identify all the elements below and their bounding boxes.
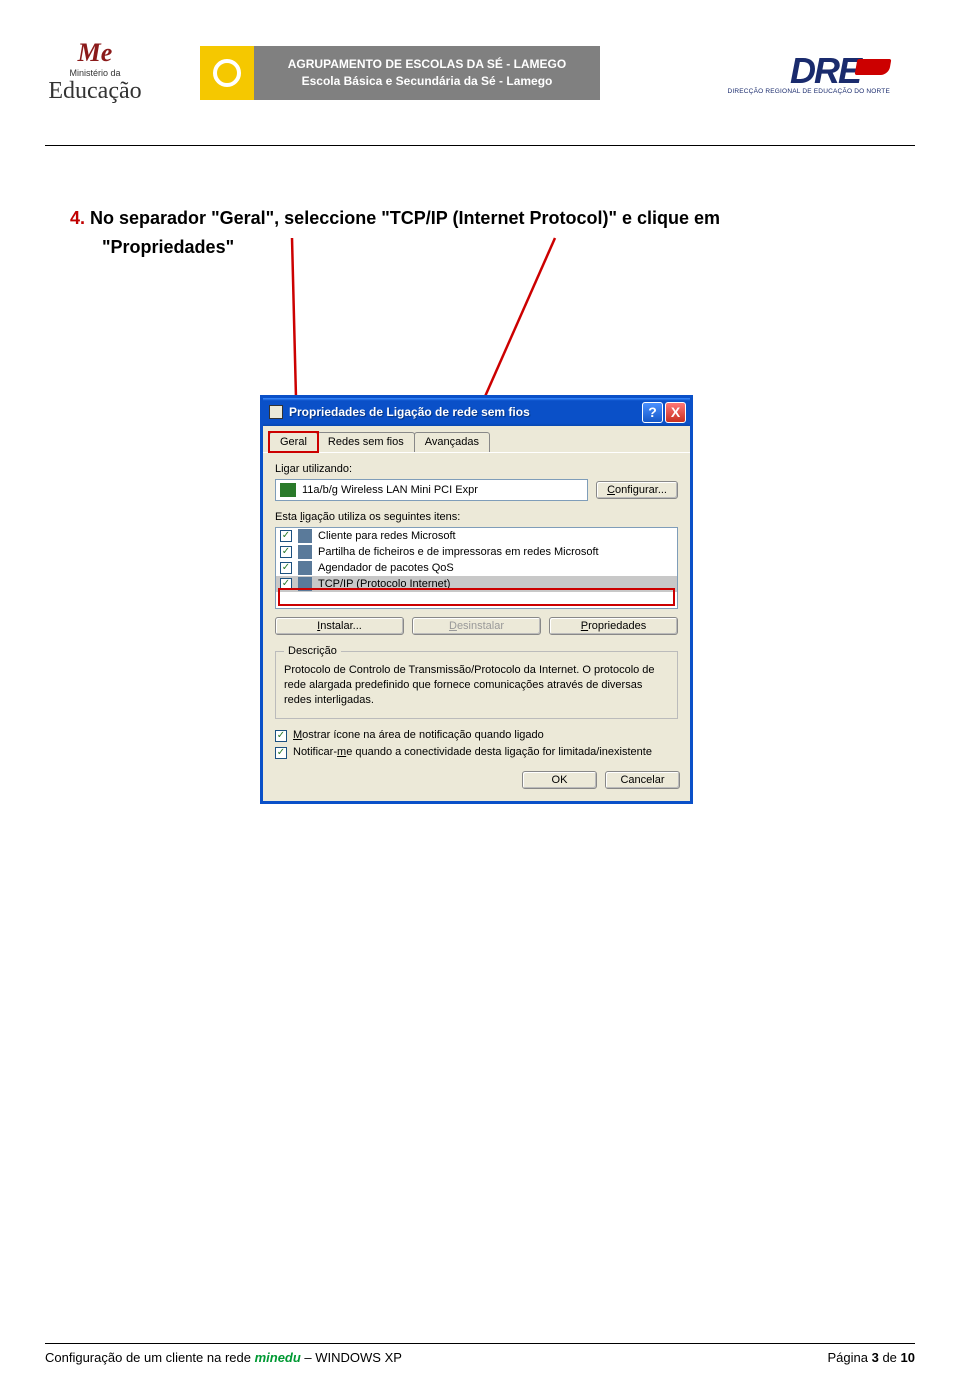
- window-icon: [269, 405, 283, 419]
- list-buttons: Instalar... Desinstalar Propriedades: [275, 617, 678, 635]
- header: Me Ministério da Educação AGRUPAMENTO DE…: [0, 0, 960, 135]
- service-icon: [298, 561, 312, 575]
- school-banner: AGRUPAMENTO DE ESCOLAS DA SÉ - LAMEGO Es…: [200, 46, 600, 100]
- nic-icon: [280, 483, 296, 497]
- step-4-text: 4. No separador "Geral", seleccione "TCP…: [70, 204, 890, 262]
- cancel-button[interactable]: Cancelar: [605, 771, 680, 789]
- help-button[interactable]: ?: [642, 402, 663, 423]
- checkbox-icon[interactable]: ✓: [280, 530, 292, 542]
- checkbox-icon[interactable]: ✓: [275, 730, 287, 742]
- checkbox-icon[interactable]: ✓: [275, 747, 287, 759]
- step-propriedades: "Propriedades": [102, 233, 890, 262]
- ok-button[interactable]: OK: [522, 771, 597, 789]
- logo-dren: DRE DIRECÇÃO REGIONAL DE EDUCAÇÃO DO NOR…: [630, 50, 890, 95]
- description-text: Protocolo de Controlo de Transmissão/Pro…: [284, 663, 669, 708]
- window-title: Propriedades de Ligação de rede sem fios: [289, 405, 640, 419]
- checkbox-icon[interactable]: ✓: [280, 546, 292, 558]
- item-label: Agendador de pacotes QoS: [318, 562, 454, 574]
- banner-text: AGRUPAMENTO DE ESCOLAS DA SÉ - LAMEGO Es…: [254, 56, 600, 90]
- components-listbox[interactable]: ✓ Cliente para redes Microsoft ✓ Partilh…: [275, 527, 678, 609]
- logo-me-bot: Educação: [48, 78, 141, 105]
- list-item[interactable]: ✓ Cliente para redes Microsoft: [276, 528, 677, 544]
- dren-sub: DIRECÇÃO REGIONAL DE EDUCAÇÃO DO NORTE: [630, 88, 890, 95]
- banner-emblem: [200, 46, 254, 100]
- service-icon: [298, 545, 312, 559]
- logo-me-mid: Ministério da: [69, 68, 120, 78]
- notify-checkbox-row[interactable]: ✓ Notificar-me quando a conectividade de…: [275, 746, 678, 759]
- checkbox-icon[interactable]: ✓: [280, 578, 292, 590]
- dialog-buttons: OK Cancelar: [263, 771, 690, 801]
- logo-me-emblem: Me: [78, 40, 113, 66]
- dren-swoosh-icon: [855, 59, 892, 75]
- logo-ministerio-educacao: Me Ministério da Educação: [20, 25, 170, 120]
- client-icon: [298, 529, 312, 543]
- chk-label: Notificar-me quando a conectividade dest…: [293, 746, 652, 758]
- protocol-icon: [298, 577, 312, 591]
- content: 4. No separador "Geral", seleccione "TCP…: [0, 146, 960, 262]
- description-legend: Descrição: [284, 645, 341, 657]
- tab-redes-sem-fios[interactable]: Redes sem fios: [317, 432, 415, 452]
- item-label: Partilha de ficheiros e de impressoras e…: [318, 546, 599, 558]
- adapter-field[interactable]: 11a/b/g Wireless LAN Mini PCI Expr: [275, 479, 588, 501]
- item-label: TCP/IP (Protocolo Internet): [318, 578, 450, 590]
- propriedades-button[interactable]: Propriedades: [549, 617, 678, 635]
- item-label: Cliente para redes Microsoft: [318, 530, 456, 542]
- configurar-button[interactable]: Configurar...: [596, 481, 678, 499]
- instalar-button[interactable]: Instalar...: [275, 617, 404, 635]
- tab-avancadas[interactable]: Avançadas: [414, 432, 490, 452]
- footer-minedu: minedu: [255, 1350, 301, 1365]
- footer-right: Página 3 de 10: [828, 1350, 915, 1365]
- dialog-container: Propriedades de Ligação de rede sem fios…: [260, 395, 693, 804]
- adapter-name: 11a/b/g Wireless LAN Mini PCI Expr: [302, 484, 478, 496]
- page-total: 10: [901, 1350, 915, 1365]
- list-item-tcpip[interactable]: ✓ TCP/IP (Protocolo Internet): [276, 576, 677, 592]
- list-item[interactable]: ✓ Agendador de pacotes QoS: [276, 560, 677, 576]
- ligar-label: Ligar utilizando:: [275, 463, 678, 475]
- description-group: Descrição Protocolo de Controlo de Trans…: [275, 645, 678, 719]
- chk-label: Mostrar ícone na área de notificação qua…: [293, 729, 544, 741]
- page-number: 3: [872, 1350, 879, 1365]
- panel-geral: Ligar utilizando: 11a/b/g Wireless LAN M…: [263, 453, 690, 771]
- adapter-row: 11a/b/g Wireless LAN Mini PCI Expr Confi…: [275, 479, 678, 501]
- footer-left: Configuração de um cliente na rede mined…: [45, 1350, 402, 1365]
- banner-line1: AGRUPAMENTO DE ESCOLAS DA SÉ - LAMEGO: [262, 56, 592, 73]
- banner-line2: Escola Básica e Secundária da Sé - Lameg…: [262, 73, 592, 90]
- show-icon-checkbox-row[interactable]: ✓ Mostrar ícone na área de notificação q…: [275, 729, 678, 742]
- checkbox-icon[interactable]: ✓: [280, 562, 292, 574]
- close-button[interactable]: X: [665, 402, 686, 423]
- footer: Configuração de um cliente na rede mined…: [45, 1343, 915, 1365]
- properties-dialog: Propriedades de Ligação de rede sem fios…: [260, 395, 693, 804]
- dren-main: DRE: [790, 50, 860, 92]
- items-label: Esta ligação utiliza os seguintes itens:: [275, 511, 678, 523]
- tab-strip: Geral Redes sem fios Avançadas: [263, 426, 690, 453]
- desinstalar-button: Desinstalar: [412, 617, 541, 635]
- titlebar[interactable]: Propriedades de Ligação de rede sem fios…: [263, 398, 690, 426]
- step-number: 4.: [70, 208, 85, 228]
- list-item[interactable]: ✓ Partilha de ficheiros e de impressoras…: [276, 544, 677, 560]
- tab-geral[interactable]: Geral: [269, 432, 318, 452]
